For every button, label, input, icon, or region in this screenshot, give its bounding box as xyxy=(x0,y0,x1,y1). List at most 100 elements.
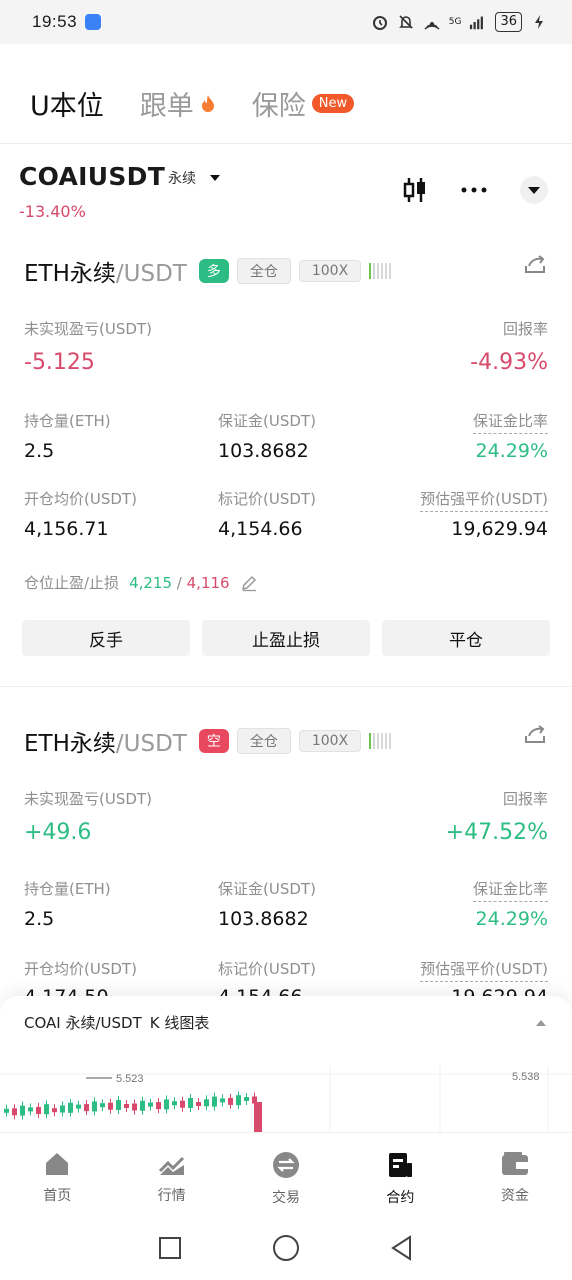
tab-label: 跟单 xyxy=(139,91,194,122)
unrealized-pnl-value: +49.6 xyxy=(24,820,92,845)
kline-chart-panel[interactable]: COAI 永续/USDT K 线图表 5.523 5.538 xyxy=(0,996,572,1132)
new-badge: New xyxy=(311,94,355,113)
entry-price-label: 开仓均价(USDT) xyxy=(24,960,137,978)
chart-panel-title: COAI 永续/USDT K 线图表 xyxy=(24,1012,209,1033)
nav-trade[interactable]: 交易 xyxy=(229,1133,343,1216)
card-divider xyxy=(0,686,572,687)
chart-subtitle: K 线图表 xyxy=(149,1014,210,1032)
chart-high-label: 5.523 xyxy=(116,1073,144,1085)
candle-body xyxy=(76,1104,81,1109)
position-actions: 反手 止盈止损 平仓 xyxy=(22,620,550,656)
candle-body xyxy=(44,1104,49,1115)
position-title[interactable]: ETH永续/USDT xyxy=(24,254,187,288)
price-change: -13.40% xyxy=(19,202,86,221)
position-card-long: ETH永续/USDT 多 全仓 100X 未实现盈亏(USDT) 回报率 -5.… xyxy=(0,254,572,664)
margin-ratio-label[interactable]: 保证金比率 xyxy=(472,410,548,434)
candle-body xyxy=(28,1107,33,1112)
candle-body xyxy=(228,1097,233,1105)
tab-usdt-m[interactable]: U本位 xyxy=(30,84,104,123)
risk-level-icon xyxy=(369,733,392,749)
tab-copy-trading[interactable]: 跟单 xyxy=(140,84,216,123)
liq-price-label[interactable]: 预估强平价(USDT) xyxy=(420,958,548,982)
dropdown-toggle[interactable] xyxy=(520,176,548,204)
symbol-name[interactable]: COAIUSDT xyxy=(19,162,165,191)
chart-symbol: COAI 永续/USDT xyxy=(24,1014,142,1032)
margin-label: 保证金(USDT) xyxy=(218,412,316,430)
candle-body xyxy=(180,1100,185,1108)
entry-price-value: 4,156.71 xyxy=(24,518,109,540)
tab-insurance[interactable]: 保险 New xyxy=(251,84,355,123)
margin-mode-chip: 全仓 xyxy=(236,258,291,284)
margin-ratio-value: 24.29% xyxy=(475,440,548,462)
nav-label: 交易 xyxy=(272,1190,301,1206)
nav-contracts[interactable]: 合约 xyxy=(343,1133,457,1216)
candle-body xyxy=(204,1099,209,1107)
flame-icon xyxy=(201,94,214,112)
app-notification-icon xyxy=(85,14,102,30)
symbol-selector[interactable]: 永续 xyxy=(168,168,220,188)
candle-body xyxy=(244,1097,249,1101)
contract-icon xyxy=(389,1153,413,1177)
roe-label: 回报率 xyxy=(502,790,548,808)
recent-apps-icon[interactable] xyxy=(158,1236,182,1260)
candle-body xyxy=(116,1100,121,1110)
margin-ratio-label[interactable]: 保证金比率 xyxy=(472,878,548,902)
position-title[interactable]: ETH永续/USDT xyxy=(24,724,187,758)
size-value: 2.5 xyxy=(24,908,55,930)
size-value: 2.5 xyxy=(24,440,55,462)
candle-body xyxy=(212,1096,217,1107)
battery-level: 36 xyxy=(495,12,522,32)
candle-body xyxy=(164,1099,169,1110)
nav-markets[interactable]: 行情 xyxy=(114,1133,228,1216)
top-tabs: U本位 跟单 保险 New xyxy=(30,84,355,123)
status-icons: 5G 36 xyxy=(371,12,548,32)
more-icon[interactable] xyxy=(460,186,488,194)
candle-body xyxy=(4,1108,9,1113)
tab-label: U本位 xyxy=(30,91,104,122)
nav-label: 合约 xyxy=(386,1190,415,1206)
system-nav-bar xyxy=(0,1216,572,1280)
candle-body xyxy=(20,1105,25,1116)
chevron-down-icon xyxy=(210,175,220,181)
position-quote: /USDT xyxy=(115,731,187,757)
expand-chart-icon[interactable] xyxy=(536,1020,546,1026)
size-label: 持仓量(ETH) xyxy=(24,412,111,430)
share-icon[interactable] xyxy=(522,722,548,748)
home-button-icon[interactable] xyxy=(272,1234,300,1262)
tpsl-button[interactable]: 止盈止损 xyxy=(202,620,370,656)
candle-body xyxy=(84,1104,89,1112)
home-icon xyxy=(46,1153,69,1175)
share-icon[interactable] xyxy=(522,252,548,278)
roe-label: 回报率 xyxy=(502,320,548,338)
close-position-button[interactable]: 平仓 xyxy=(382,620,550,656)
candle-body xyxy=(124,1104,129,1108)
margin-label: 保证金(USDT) xyxy=(218,880,316,898)
edit-icon[interactable] xyxy=(240,574,258,592)
position-quote: /USDT xyxy=(115,261,187,287)
tpsl-separator: / xyxy=(176,573,182,592)
liq-price-label[interactable]: 预估强平价(USDT) xyxy=(420,488,548,512)
charging-icon xyxy=(530,13,548,31)
candle-body xyxy=(196,1102,201,1106)
nav-home[interactable]: 首页 xyxy=(0,1133,114,1216)
bottom-nav: 首页 行情 交易 合约 资金 xyxy=(0,1132,572,1216)
unrealized-pnl-label: 未实现盈亏(USDT) xyxy=(24,320,152,338)
tab-label: 保险 xyxy=(251,91,306,122)
nav-assets[interactable]: 资金 xyxy=(458,1133,572,1216)
status-time: 19:53 xyxy=(32,12,78,31)
candles-group xyxy=(4,1091,262,1132)
candle-body xyxy=(254,1102,262,1132)
candlestick-icon[interactable] xyxy=(402,176,428,204)
mini-kline-chart: 5.523 5.538 xyxy=(0,1066,572,1132)
unrealized-pnl-value: -5.125 xyxy=(24,350,95,375)
back-icon[interactable] xyxy=(390,1235,414,1261)
tpsl-label: 仓位止盈/止损 xyxy=(24,574,120,592)
candle-body xyxy=(100,1103,105,1108)
candle-body xyxy=(220,1098,225,1103)
reverse-button[interactable]: 反手 xyxy=(22,620,190,656)
candle-body xyxy=(172,1101,177,1106)
roe-value: +47.52% xyxy=(445,820,548,845)
mark-price-label: 标记价(USDT) xyxy=(218,490,316,508)
take-profit-value: 4,215 xyxy=(129,573,173,592)
position-header: ETH永续/USDT 多 全仓 100X xyxy=(24,254,392,288)
